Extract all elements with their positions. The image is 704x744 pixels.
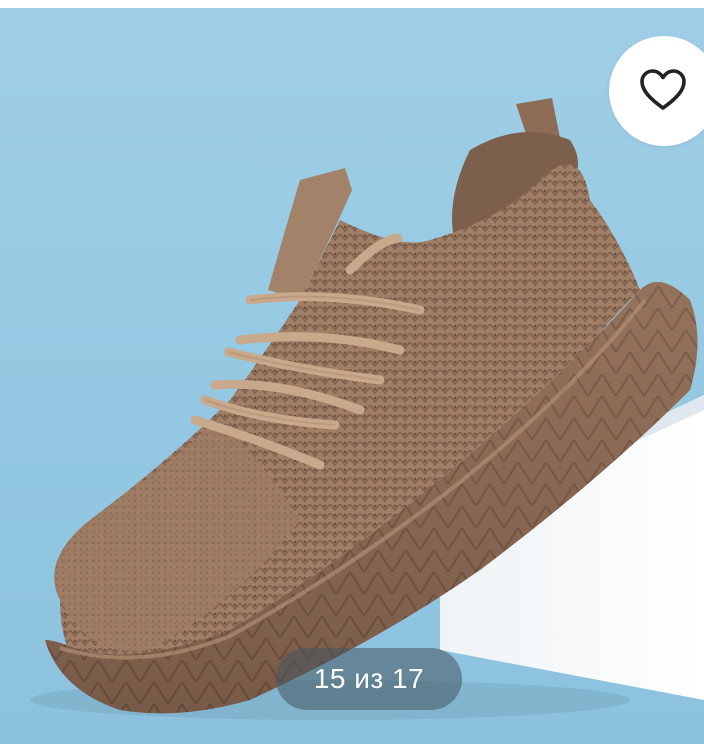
product-image[interactable] xyxy=(0,0,704,744)
top-edge xyxy=(0,0,704,8)
heart-outline-icon xyxy=(640,69,686,110)
image-counter-text: 15 из 17 xyxy=(313,663,425,694)
image-counter: 15 из 17 xyxy=(276,648,462,710)
image-gallery-viewer[interactable]: 15 из 17 xyxy=(0,0,704,744)
